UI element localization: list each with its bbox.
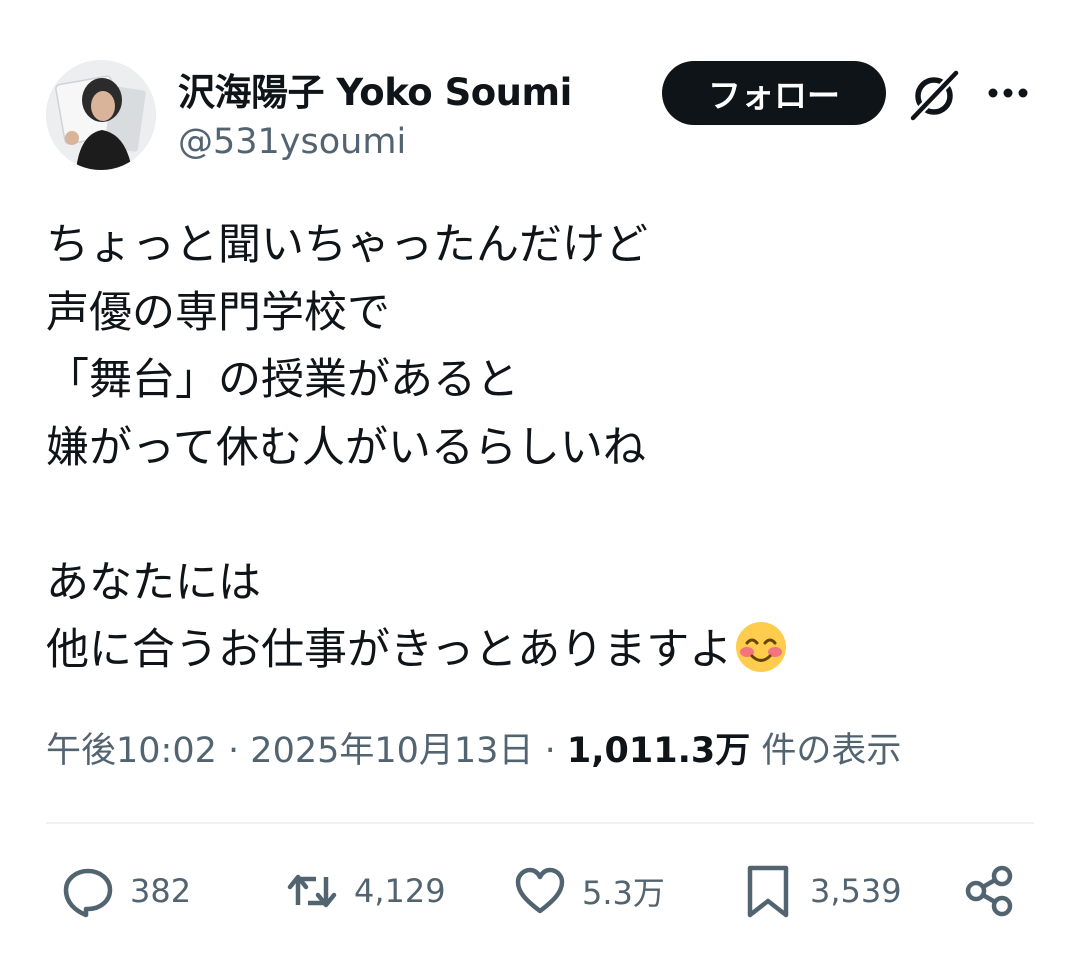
reply-icon [63, 868, 113, 918]
repost-button[interactable]: 4,129 [284, 860, 446, 922]
meta-separator: · [544, 731, 556, 771]
bookmark-button[interactable]: 3,539 [740, 860, 902, 922]
reply-button[interactable]: 382 [60, 860, 191, 922]
heart-icon [515, 867, 565, 914]
repost-icon [287, 874, 337, 908]
bookmark-count: 3,539 [810, 872, 902, 910]
tweet-text: ちょっと聞いちゃったんだけど 声優の専門学校で 「舞台」の授業があると 嫌がって… [46, 212, 1036, 685]
share-icon [965, 865, 1013, 917]
views-label: 件の表示 [761, 731, 902, 771]
follow-button[interactable]: フォロー [662, 61, 886, 125]
tweet-meta: 午後10:02 · 2025年10月13日 · 1,011.3万 件の表示 [46, 722, 901, 773]
tweet-body: ちょっと聞いちゃったんだけど 声優の専門学校で 「舞台」の授業があると 嫌がって… [46, 220, 733, 675]
display-name[interactable]: 沢海陽子 Yoko Soumi [178, 62, 572, 116]
repost-count: 4,129 [354, 872, 446, 910]
grok-icon[interactable] [906, 67, 962, 123]
views-count: 1,011.3万 [566, 731, 751, 771]
more-horizontal-icon[interactable] [984, 76, 1032, 110]
divider [46, 822, 1034, 824]
like-count: 5.3万 [582, 874, 665, 912]
user-handle[interactable]: @531ysoumi [178, 122, 406, 162]
tweet-time[interactable]: 午後10:02 [46, 731, 217, 771]
tweet-date[interactable]: 2025年10月13日 [250, 731, 533, 771]
reply-count: 382 [130, 872, 192, 910]
avatar[interactable] [46, 60, 156, 170]
share-button[interactable] [962, 860, 1018, 922]
profile-photo [46, 60, 156, 170]
like-button[interactable]: 5.3万 [512, 860, 665, 922]
smiling-face-with-blush-icon [736, 622, 787, 672]
meta-separator: · [228, 731, 240, 771]
bookmark-icon [747, 865, 789, 918]
